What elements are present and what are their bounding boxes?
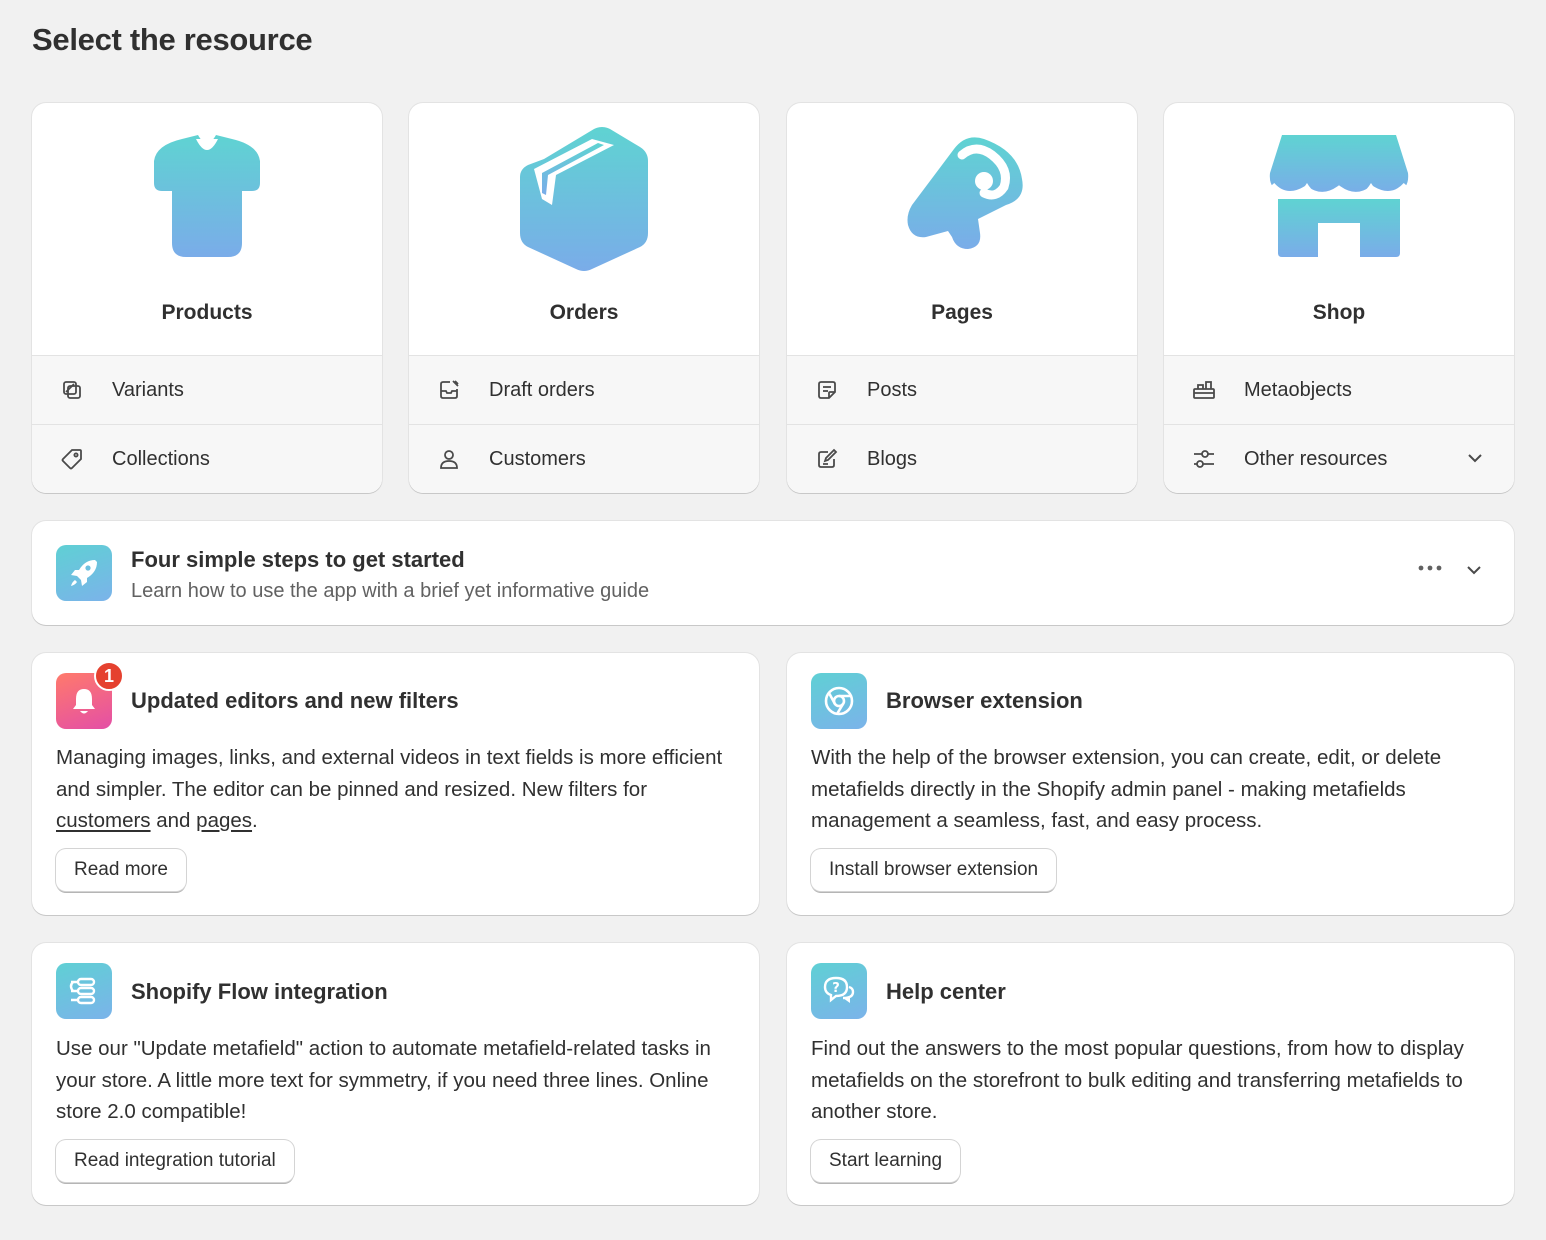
person-icon	[437, 447, 461, 471]
svg-text:?: ?	[832, 981, 840, 996]
resource-link-label: Variants	[112, 378, 184, 401]
start-learning-button[interactable]: Start learning	[811, 1140, 961, 1182]
resource-link-label: Customers	[489, 447, 586, 470]
resource-link-other-resources[interactable]: Other resources	[1164, 424, 1514, 493]
chevron-down-icon[interactable]	[1466, 449, 1484, 467]
news-body: Managing images, links, and external vid…	[56, 742, 736, 837]
read-integration-tutorial-button[interactable]: Read integration tutorial	[56, 1140, 294, 1182]
steps-subtitle: Learn how to use the app with a brief ye…	[131, 580, 650, 602]
steps-title: Four simple steps to get started	[131, 547, 465, 572]
resource-link-label: Other resources	[1244, 447, 1388, 470]
edit-icon	[815, 447, 839, 471]
news-body-text: .	[252, 809, 258, 832]
resource-card-products: Products Variants Collections	[32, 103, 382, 493]
resource-title: Orders	[549, 301, 619, 324]
resource-link-label: Draft orders	[489, 378, 595, 401]
flow-icon	[56, 963, 112, 1019]
tshirt-icon	[154, 135, 260, 257]
more-options-icon[interactable]	[1417, 563, 1443, 573]
tag-icon	[60, 447, 84, 471]
resource-card-pages: Pages Posts Blogs	[787, 103, 1137, 493]
rocket-icon	[56, 545, 112, 601]
resource-link-posts[interactable]: Posts	[787, 355, 1137, 424]
news-body-text: Managing images, links, and external vid…	[56, 746, 723, 801]
resource-link-draft-orders[interactable]: Draft orders	[409, 355, 759, 424]
resource-title: Shop	[1312, 301, 1366, 324]
draft-edit-icon	[437, 378, 461, 402]
resource-link-label: Blogs	[867, 447, 918, 470]
resource-link-label: Metaobjects	[1244, 378, 1352, 401]
resource-card-shop: Shop Metaobjects Other resources	[1164, 103, 1514, 493]
news-card: 1 Updated editors and new filters Managi…	[32, 653, 759, 915]
resource-products-header[interactable]: Products	[32, 103, 382, 355]
resource-shop-header[interactable]: Shop	[1164, 103, 1514, 355]
resource-link-metaobjects[interactable]: Metaobjects	[1164, 355, 1514, 424]
resource-title: Pages	[931, 301, 993, 324]
resource-card-orders: Orders Draft orders Customers	[409, 103, 759, 493]
page-title: Select the resource	[32, 22, 313, 57]
flow-title: Shopify Flow integration	[131, 979, 388, 1004]
chrome-icon	[811, 673, 867, 729]
news-body-text: and	[150, 809, 197, 832]
news-title: Updated editors and new filters	[131, 688, 459, 713]
storefront-icon	[1269, 135, 1409, 257]
flow-integration-card: Shopify Flow integration Use our "Update…	[32, 943, 759, 1205]
help-title: Help center	[886, 979, 1006, 1004]
browser-extension-card: Browser extension With the help of the b…	[787, 653, 1514, 915]
megaphone-icon	[907, 137, 1023, 249]
read-more-button[interactable]: Read more	[56, 849, 186, 891]
variants-icon	[60, 378, 84, 402]
notification-badge: 1	[94, 661, 124, 691]
help-body: Find out the answers to the most popular…	[811, 1037, 1464, 1123]
note-icon	[815, 378, 839, 402]
box-icon	[520, 127, 648, 271]
pages-link[interactable]: pages	[196, 809, 252, 832]
help-center-card: ? Help center Find out the answers to th…	[787, 943, 1514, 1205]
resource-link-variants[interactable]: Variants	[32, 355, 382, 424]
customers-link[interactable]: customers	[56, 809, 151, 832]
metaobjects-icon	[1192, 378, 1216, 402]
resource-link-collections[interactable]: Collections	[32, 424, 382, 493]
resource-link-label: Posts	[867, 378, 918, 401]
resource-link-customers[interactable]: Customers	[409, 424, 759, 493]
sliders-icon	[1192, 447, 1216, 471]
install-extension-button[interactable]: Install browser extension	[811, 849, 1057, 891]
extension-title: Browser extension	[886, 688, 1083, 713]
resource-orders-header[interactable]: Orders	[409, 103, 759, 355]
resource-title: Products	[161, 301, 253, 324]
extension-body: With the help of the browser extension, …	[811, 746, 1442, 832]
resource-pages-header[interactable]: Pages	[787, 103, 1137, 355]
resource-link-label: Collections	[112, 447, 210, 470]
resource-link-blogs[interactable]: Blogs	[787, 424, 1137, 493]
flow-body: Use our "Update metafield" action to aut…	[56, 1037, 711, 1123]
getting-started-card[interactable]: Four simple steps to get started Learn h…	[32, 521, 1514, 625]
chevron-down-icon[interactable]	[1465, 561, 1483, 579]
question-chat-icon: ?	[811, 963, 867, 1019]
